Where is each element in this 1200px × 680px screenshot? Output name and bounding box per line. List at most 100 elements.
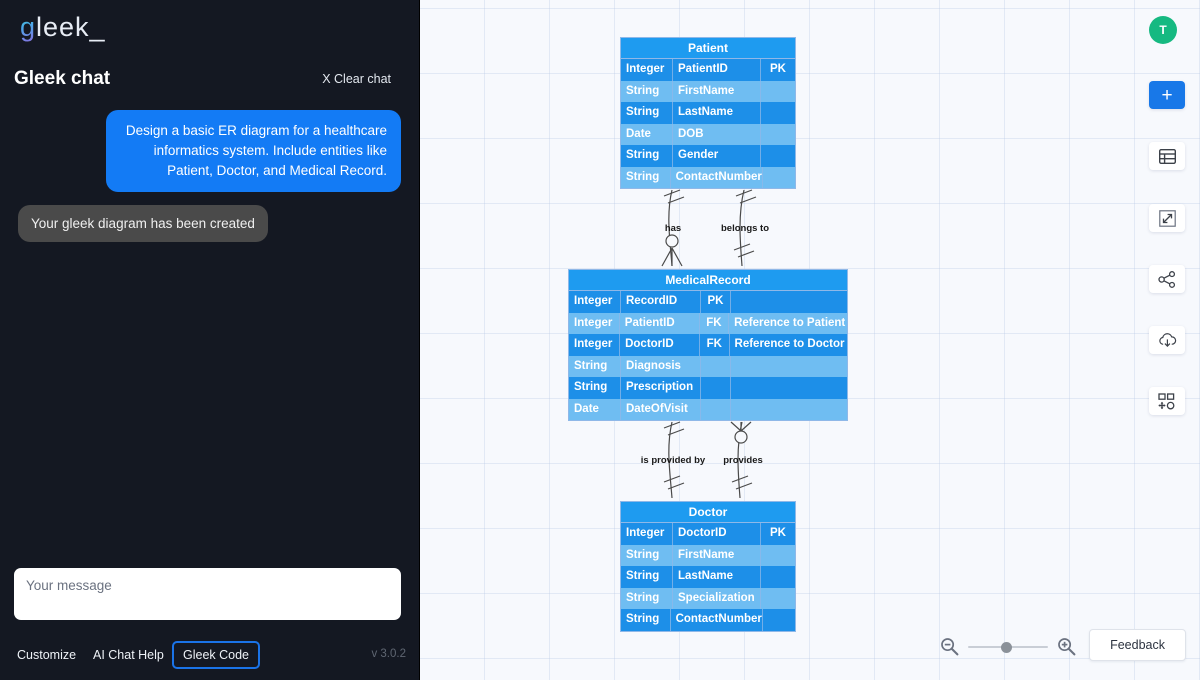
table-row: Date DateOfVisit <box>569 398 847 421</box>
cell-name: Prescription <box>621 377 701 399</box>
clear-chat-button[interactable]: X Clear chat <box>322 72 391 86</box>
cell-name: DoctorID <box>620 334 701 356</box>
feedback-button[interactable]: Feedback <box>1089 629 1186 661</box>
cell-key <box>761 102 795 124</box>
cell-note <box>731 399 847 421</box>
table-row: Integer PatientID FK Reference to Patien… <box>569 312 847 334</box>
plus-icon: + <box>1161 84 1173 106</box>
relationship-label-provides: provides <box>723 455 763 466</box>
cell-name: RecordID <box>621 291 701 313</box>
cell-type: String <box>569 377 621 399</box>
cell-name: FirstName <box>673 80 761 102</box>
cell-note <box>731 356 847 378</box>
zoom-slider[interactable] <box>968 640 1048 654</box>
cell-name: DoctorID <box>673 523 761 545</box>
expand-icon <box>1158 209 1176 227</box>
ai-chat-help-button[interactable]: AI Chat Help <box>86 643 171 667</box>
cell-name: ContactNumber <box>671 609 763 631</box>
avatar[interactable]: T <box>1149 16 1177 44</box>
sidebar-footer: Customize AI Chat Help Gleek Code v 3.0.… <box>0 632 420 680</box>
cell-type: String <box>621 102 673 124</box>
cell-type: String <box>569 355 621 377</box>
cell-name: Gender <box>673 145 761 167</box>
chat-header: Gleek chat X Clear chat <box>14 68 405 94</box>
table-row: String Specialization <box>621 587 795 610</box>
chat-message-user: Design a basic ER diagram for a healthca… <box>106 110 401 192</box>
cell-type: String <box>621 80 673 102</box>
cell-name: FirstName <box>673 544 761 566</box>
download-button[interactable] <box>1149 326 1185 354</box>
table-row: Integer RecordID PK <box>569 291 847 313</box>
table-icon <box>1158 148 1176 164</box>
zoom-in-icon[interactable] <box>1057 637 1076 656</box>
cell-key <box>701 398 731 420</box>
cell-type: Integer <box>621 523 673 545</box>
cell-key: FK <box>700 312 730 334</box>
cell-name: DateOfVisit <box>621 398 701 420</box>
cell-type: Integer <box>621 59 673 81</box>
shapes-icon <box>1157 392 1174 409</box>
cell-key <box>761 545 795 567</box>
zoom-slider-handle[interactable] <box>1001 641 1012 653</box>
cell-name: Diagnosis <box>621 355 701 377</box>
gleek-code-button[interactable]: Gleek Code <box>172 641 261 669</box>
cell-type: Integer <box>569 291 621 313</box>
cell-key: PK <box>770 527 786 539</box>
cloud-download-icon <box>1158 333 1176 347</box>
entity-title: Patient <box>621 38 795 59</box>
chat-sidebar: gleek_ Gleek chat X Clear chat Design a … <box>0 0 420 680</box>
table-row: String Gender <box>621 145 795 167</box>
cell-key <box>761 81 795 103</box>
logo-g-letter: g <box>20 12 37 42</box>
logo-text: leek_ <box>36 12 106 42</box>
table-tool-button[interactable] <box>1149 142 1185 170</box>
cell-key <box>761 145 795 167</box>
cell-name: LastName <box>673 566 761 588</box>
cell-key <box>761 566 795 588</box>
page-title: Gleek chat <box>14 68 111 89</box>
diagram-canvas[interactable]: Patient Integer PatientID PK String Firs… <box>420 0 1200 680</box>
fit-screen-button[interactable] <box>1149 204 1185 232</box>
cell-key <box>761 124 795 146</box>
add-button[interactable]: + <box>1149 81 1185 109</box>
cell-note <box>731 377 847 399</box>
message-input[interactable] <box>14 568 401 620</box>
table-row: String FirstName <box>621 544 795 567</box>
cell-type: String <box>621 145 673 167</box>
share-button[interactable] <box>1149 265 1185 293</box>
message-list: Design a basic ER diagram for a healthca… <box>0 110 419 560</box>
entity-title: Doctor <box>621 502 795 523</box>
table-row: String FirstName <box>621 80 795 103</box>
table-row: String LastName <box>621 102 795 124</box>
cell-note: Reference to Patient <box>734 316 846 329</box>
cell-name: Specialization <box>673 587 761 609</box>
cell-key: PK <box>701 291 731 313</box>
cell-type: Date <box>569 398 621 420</box>
gleek-app: gleek_ Gleek chat X Clear chat Design a … <box>0 0 1200 680</box>
cell-type: Integer <box>569 312 620 334</box>
entity-patient[interactable]: Patient Integer PatientID PK String Firs… <box>620 37 796 189</box>
table-row: Date DOB <box>621 123 795 146</box>
cell-key <box>763 167 795 189</box>
cell-key <box>761 588 795 610</box>
entity-medicalrecord[interactable]: MedicalRecord Integer RecordID PK Intege… <box>568 269 848 421</box>
entity-doctor[interactable]: Doctor Integer DoctorID PK String FirstN… <box>620 501 796 632</box>
customize-button[interactable]: Customize <box>10 643 83 667</box>
gleek-logo[interactable]: gleek_ <box>20 12 106 42</box>
share-icon <box>1158 270 1176 288</box>
entity-title: MedicalRecord <box>569 270 847 291</box>
cell-type: String <box>621 544 673 566</box>
cell-type: String <box>621 609 671 631</box>
zoom-out-icon[interactable] <box>940 637 959 656</box>
version-label: v 3.0.2 <box>371 648 406 660</box>
canvas-toolbar: T + <box>1135 0 1200 680</box>
cell-key <box>701 355 731 377</box>
cell-name: PatientID <box>620 312 700 334</box>
cell-name: DOB <box>673 123 761 145</box>
cell-key: PK <box>770 63 786 75</box>
shapes-button[interactable] <box>1149 387 1185 415</box>
cell-key <box>701 377 731 399</box>
cell-type: String <box>621 587 673 609</box>
table-row: String ContactNumber <box>621 166 795 189</box>
cell-type: String <box>621 166 671 188</box>
